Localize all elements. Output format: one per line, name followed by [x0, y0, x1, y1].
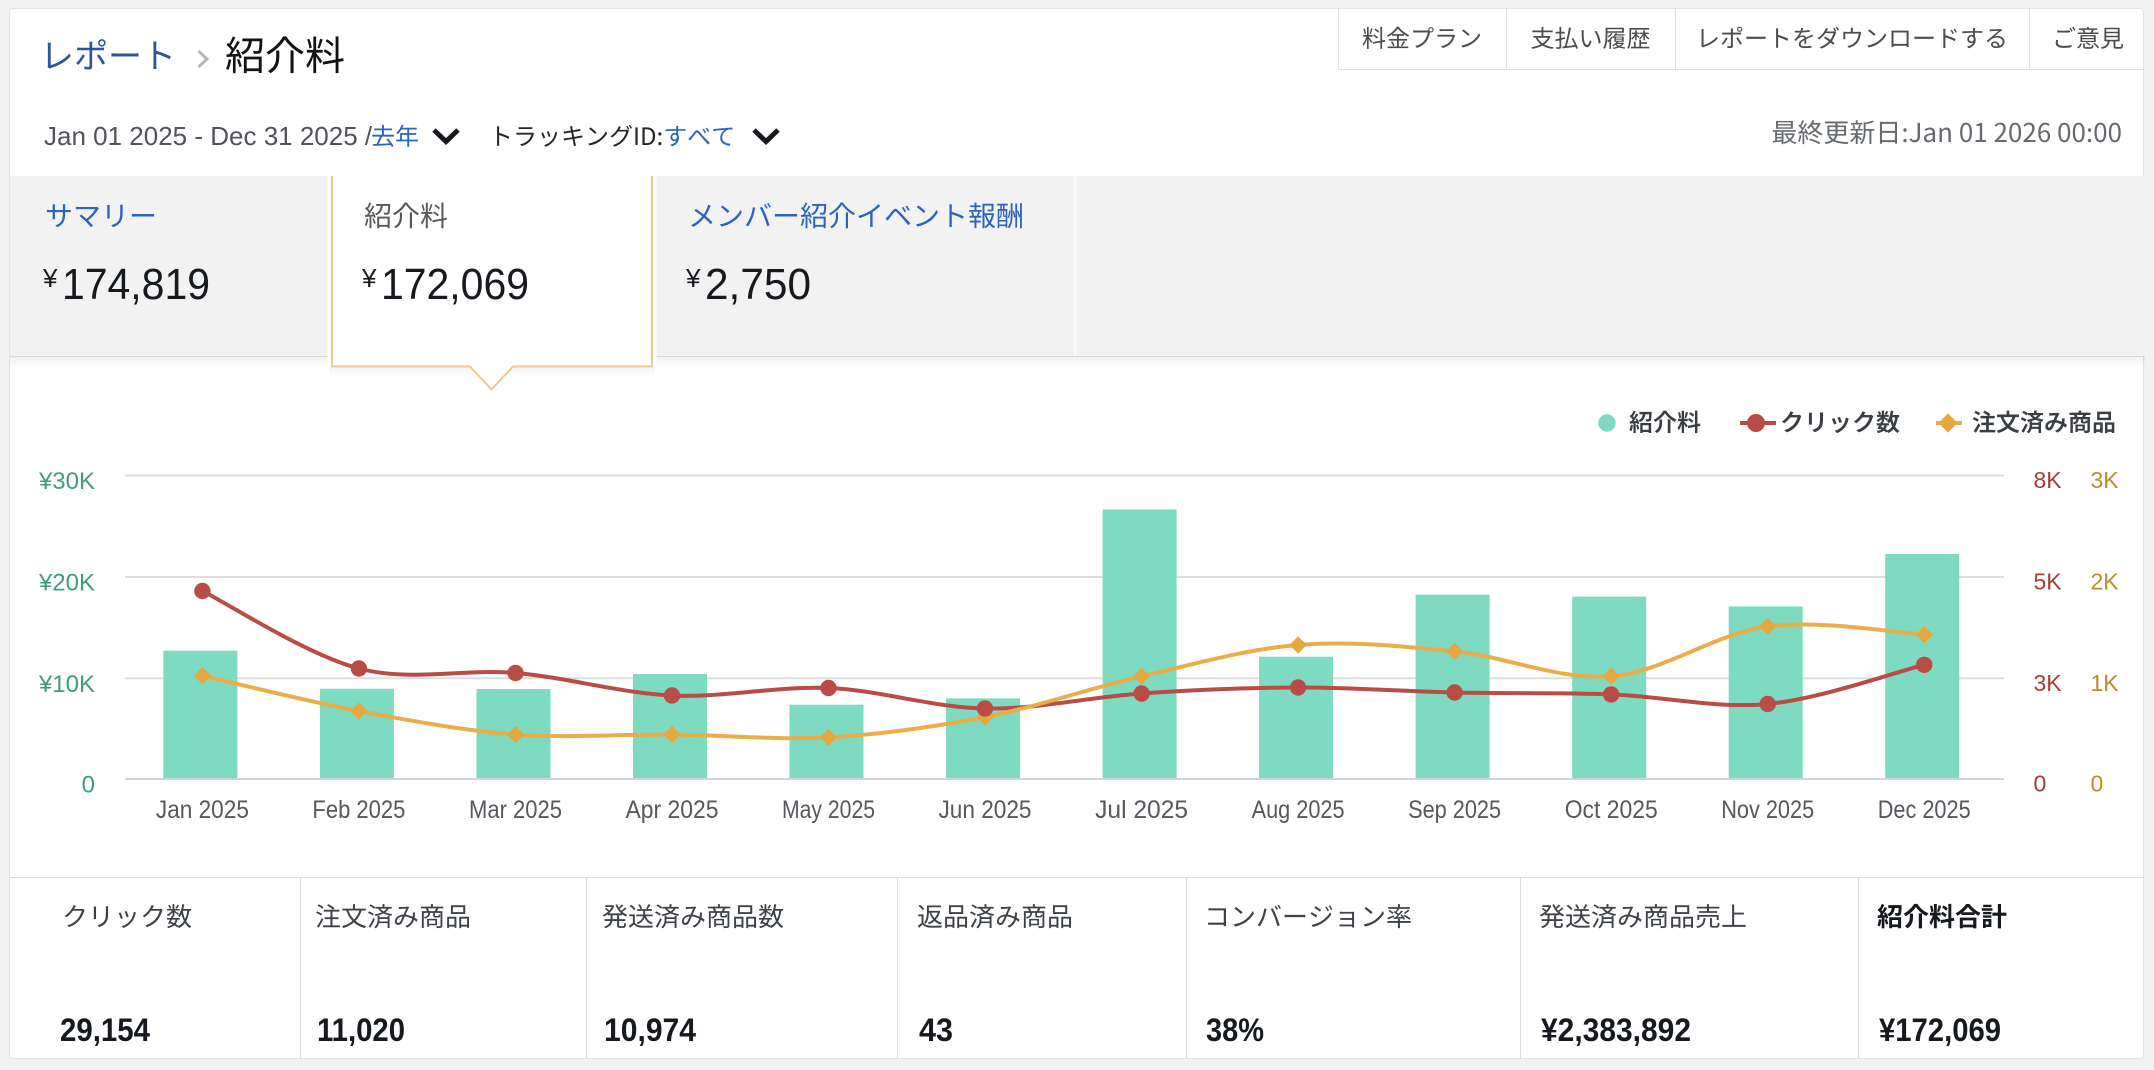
svg-text:Mar 2025: Mar 2025	[469, 796, 562, 824]
svg-text:0: 0	[2091, 771, 2104, 797]
svg-text:174,819: 174,819	[62, 260, 210, 309]
svg-text:8K: 8K	[2034, 467, 2063, 493]
svg-text:Jan 2025: Jan 2025	[156, 796, 249, 824]
svg-text:¥30K: ¥30K	[38, 468, 95, 495]
svg-text:¥: ¥	[361, 263, 377, 293]
svg-text:43: 43	[919, 1012, 953, 1048]
svg-text:2,750: 2,750	[705, 260, 811, 309]
svg-text:29,154: 29,154	[60, 1012, 150, 1048]
svg-text:Nov 2025: Nov 2025	[1721, 796, 1814, 824]
svg-text:May 2025: May 2025	[782, 796, 875, 824]
svg-text:¥172,069: ¥172,069	[1879, 1012, 2001, 1048]
svg-text:5K: 5K	[2034, 569, 2063, 595]
svg-text:3K: 3K	[2091, 467, 2120, 493]
svg-text:¥2,383,892: ¥2,383,892	[1541, 1012, 1691, 1048]
svg-text:1K: 1K	[2091, 670, 2120, 696]
svg-text:¥: ¥	[42, 263, 58, 293]
svg-text:Dec 2025: Dec 2025	[1878, 796, 1971, 824]
svg-text:10,974: 10,974	[604, 1012, 696, 1048]
svg-text:3K: 3K	[2034, 670, 2063, 696]
svg-text:Jul 2025: Jul 2025	[1095, 796, 1188, 824]
svg-text:172,069: 172,069	[381, 260, 529, 309]
svg-text:11,020: 11,020	[317, 1012, 405, 1048]
svg-text:0: 0	[2034, 771, 2047, 797]
svg-text:Oct 2025: Oct 2025	[1565, 796, 1658, 824]
svg-text:Aug 2025: Aug 2025	[1252, 796, 1345, 824]
svg-text:Jun 2025: Jun 2025	[939, 796, 1032, 824]
svg-text:¥: ¥	[685, 263, 701, 293]
svg-text:2K: 2K	[2091, 569, 2120, 595]
svg-text:Feb 2025: Feb 2025	[312, 796, 405, 824]
svg-text:Apr 2025: Apr 2025	[626, 796, 719, 824]
svg-text:Jan 01 2025 - Dec 31 2025 /: Jan 01 2025 - Dec 31 2025 /	[44, 121, 373, 151]
svg-text:0: 0	[82, 772, 95, 799]
svg-text:¥10K: ¥10K	[38, 671, 95, 698]
svg-text:38%: 38%	[1206, 1012, 1264, 1048]
svg-text:Sep 2025: Sep 2025	[1408, 796, 1501, 824]
svg-text:¥20K: ¥20K	[38, 570, 95, 597]
